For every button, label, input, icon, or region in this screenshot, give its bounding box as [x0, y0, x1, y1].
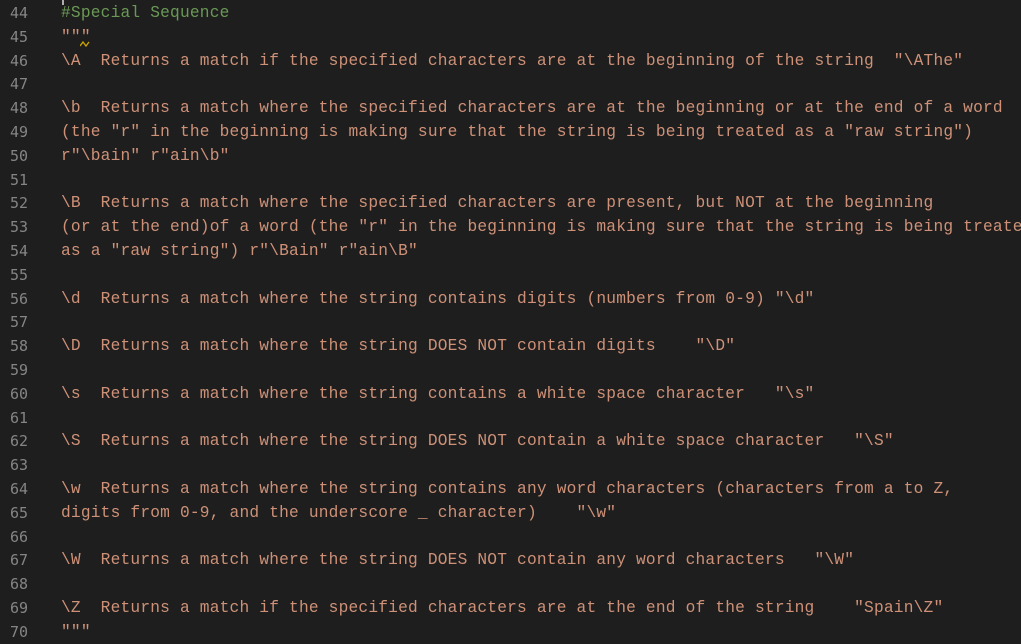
string-text: \D Returns a match where the string DOES…	[61, 337, 736, 356]
line-number: 55	[9, 265, 28, 284]
line-number: 67	[9, 551, 28, 570]
code-line[interactable]: 60 \s Returns a match where the string co…	[0, 382, 1021, 406]
code-line[interactable]: 56 \d Returns a match where the string co…	[0, 287, 1021, 311]
line-number: 58	[9, 337, 28, 356]
line-number: 44	[9, 4, 28, 22]
code-line[interactable]: 47	[0, 72, 1021, 96]
line-number: 49	[9, 123, 28, 141]
line-number: 52	[9, 194, 28, 213]
code-line[interactable]: 54 as a "raw string") r"\Bain" r"ain\B"	[0, 239, 1021, 263]
code-line[interactable]: 44 #Special Sequence	[0, 1, 1021, 25]
line-number: 60	[9, 384, 28, 403]
string-text: \Z Returns a match if the specified char…	[61, 599, 944, 617]
string-text: \S Returns a match where the string DOES…	[61, 432, 894, 451]
line-number: 45	[9, 27, 28, 46]
string-text: \d Returns a match where the string cont…	[61, 289, 815, 308]
line-number: 66	[9, 527, 28, 546]
string-text: \w Returns a match where the string cont…	[61, 480, 954, 498]
string-text: (the "r" in the beginning is making sure…	[61, 123, 974, 141]
code-line[interactable]: 63	[0, 453, 1021, 477]
code-line[interactable]: 52 \B Returns a match where the specified…	[0, 191, 1021, 215]
code-line[interactable]: 50 r"\bain" r"ain\b"	[0, 144, 1021, 168]
line-number: 56	[9, 289, 28, 308]
code-line[interactable]: 70 """	[0, 620, 1021, 644]
code-line[interactable]: 51	[0, 168, 1021, 192]
code-line[interactable]: 46 \A Returns a match if the specified ch…	[0, 49, 1021, 73]
line-number: 54	[9, 242, 28, 260]
line-number: 46	[9, 51, 28, 70]
comment-text: #Special Sequence	[61, 4, 230, 22]
line-number: 64	[9, 480, 28, 498]
code-line[interactable]: 68	[0, 572, 1021, 596]
warning-squiggle-icon	[80, 41, 90, 47]
string-text: \B Returns a match where the specified c…	[61, 194, 934, 213]
code-line[interactable]: 53 (or at the end)of a word (the "r" in t…	[0, 215, 1021, 239]
string-text: \b Returns a match where the specified c…	[61, 99, 1003, 118]
line-number: 68	[9, 575, 28, 594]
line-number: 70	[9, 622, 28, 641]
code-line[interactable]: 48 \b Returns a match where the specified…	[0, 96, 1021, 120]
string-text: \s Returns a match where the string cont…	[61, 384, 815, 403]
string-text: \A Returns a match if the specified char…	[61, 51, 964, 70]
code-line[interactable]: 66	[0, 525, 1021, 549]
line-number: 53	[9, 218, 28, 237]
code-line[interactable]: 62 \S Returns a match where the string DO…	[0, 429, 1021, 453]
string-text: as a "raw string") r"\Bain" r"ain\B"	[61, 242, 418, 260]
code-line[interactable]: 65 digits from 0-9, and the underscore _ …	[0, 501, 1021, 525]
string-text: """	[61, 622, 91, 641]
line-number: 50	[9, 146, 28, 165]
string-text: \W Returns a match where the string DOES…	[61, 551, 855, 570]
line-number: 65	[9, 503, 28, 522]
code-line[interactable]: 49 (the "r" in the beginning is making su…	[0, 120, 1021, 144]
line-number: 61	[9, 408, 28, 427]
code-line[interactable]: 61	[0, 406, 1021, 430]
line-number: 51	[9, 170, 28, 189]
code-line[interactable]: 64 \w Returns a match where the string co…	[0, 477, 1021, 501]
line-number: 57	[9, 313, 28, 332]
code-line[interactable]: 58 \D Returns a match where the string DO…	[0, 334, 1021, 358]
line-number: 59	[9, 361, 28, 379]
code-line[interactable]: 57	[0, 310, 1021, 334]
string-text: digits from 0-9, and the underscore _ ch…	[61, 503, 617, 522]
code-editor[interactable]: 44 #Special Sequence 45 """ 46 \A Returns a m…	[0, 0, 1021, 644]
string-text: (or at the end)of a word (the "r" in the…	[61, 218, 1021, 237]
line-number: 69	[9, 599, 28, 617]
line-number: 63	[9, 456, 28, 475]
line-number: 47	[9, 75, 28, 94]
code-line[interactable]: 69 \Z Returns a match if the specified ch…	[0, 596, 1021, 620]
code-line[interactable]: 45 """	[0, 25, 1021, 49]
string-text: r"\bain" r"ain\b"	[61, 146, 230, 165]
line-number: 62	[9, 432, 28, 451]
code-line[interactable]: 59	[0, 358, 1021, 382]
code-line[interactable]: 67 \W Returns a match where the string DO…	[0, 548, 1021, 572]
code-line[interactable]: 55	[0, 263, 1021, 287]
line-number: 48	[9, 99, 28, 118]
